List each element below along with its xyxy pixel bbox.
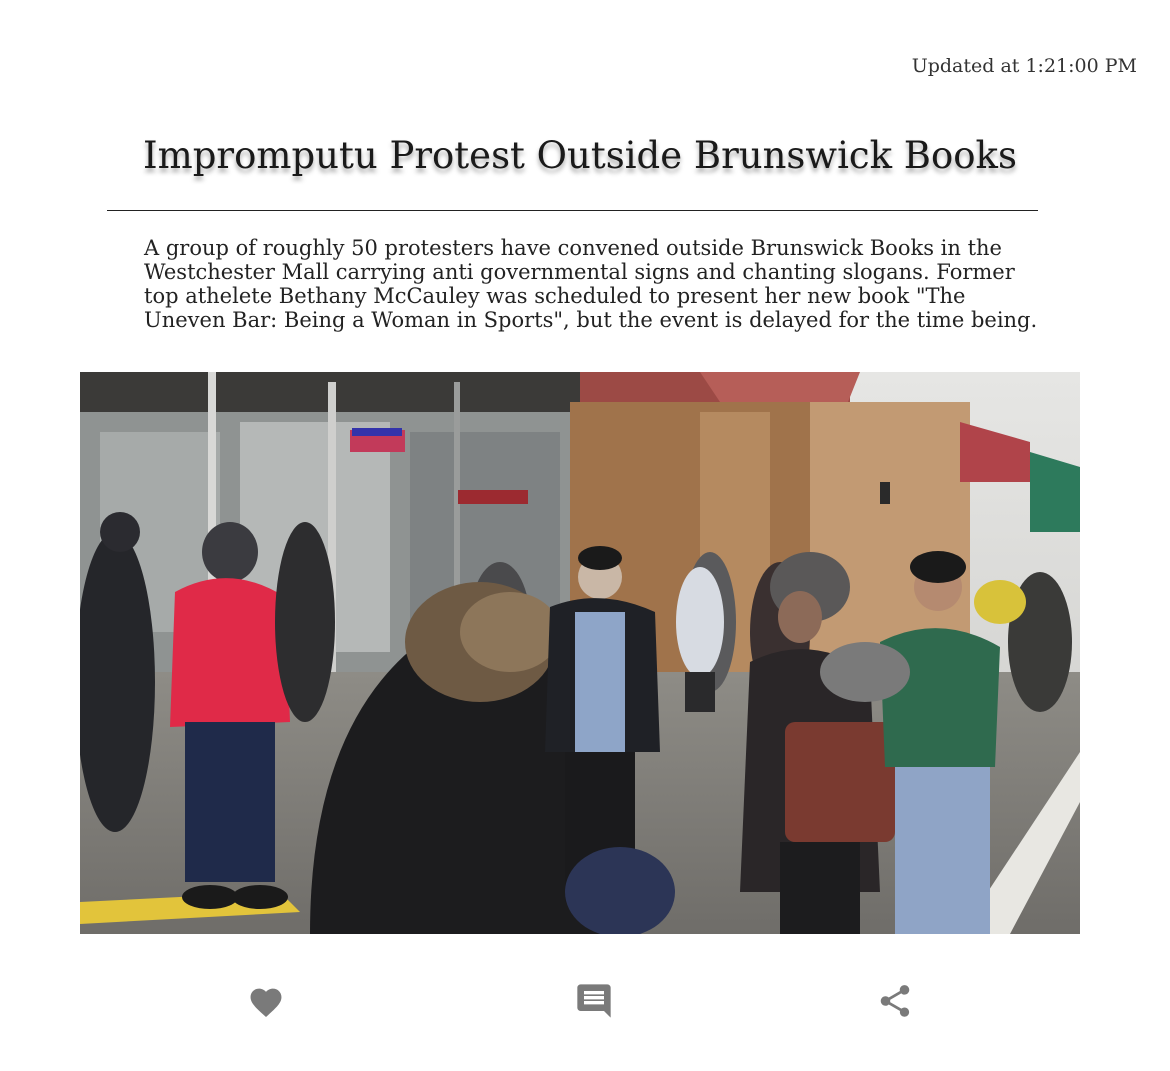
comment-button[interactable] bbox=[569, 978, 619, 1024]
article-photo bbox=[80, 372, 1080, 934]
headline-divider bbox=[107, 210, 1038, 211]
share-button[interactable] bbox=[870, 978, 920, 1024]
article-headline: Impromputu Protest Outside Brunswick Boo… bbox=[143, 134, 1017, 177]
heart-icon bbox=[250, 988, 282, 1017]
article-summary: A group of roughly 50 protesters have co… bbox=[144, 236, 1038, 332]
timestamp: Updated at 1:21:00 PM bbox=[911, 55, 1137, 77]
share-icon bbox=[880, 985, 910, 1017]
like-button[interactable] bbox=[241, 978, 291, 1024]
article-actions bbox=[0, 978, 1170, 1028]
comment-icon bbox=[577, 984, 611, 1018]
